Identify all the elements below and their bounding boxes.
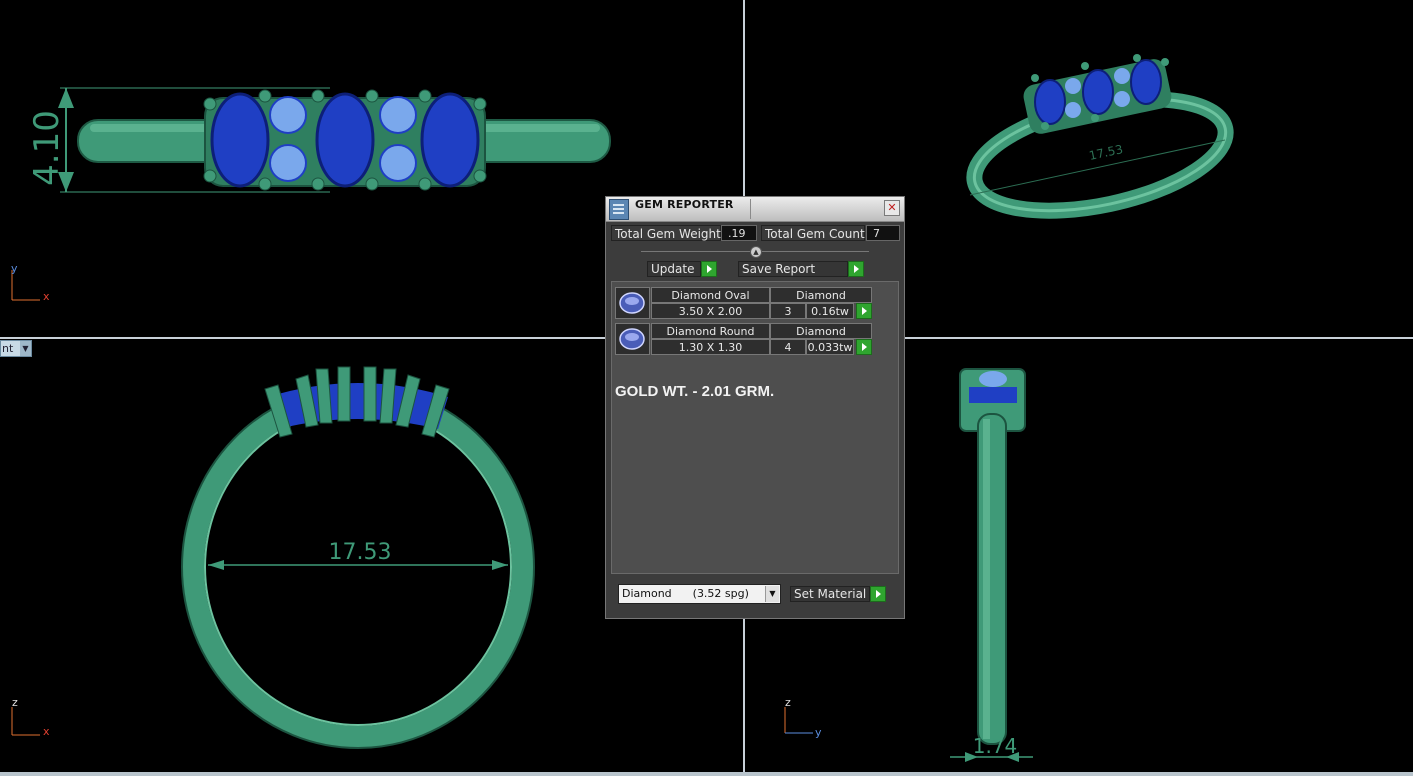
axis-y-label: y [11,262,18,275]
dialog-title: GEM REPORTER [635,198,734,211]
gold-weight-note: GOLD WT. - 2.01 GRM. [615,383,775,400]
gem-2-name: Diamond Round [651,323,770,339]
total-gem-weight-value: .19 [721,225,757,241]
gem-1-name: Diamond Oval [651,287,770,303]
gem-list-panel: Diamond Oval Diamond 3.50 X 2.00 3 0.16t… [611,281,899,574]
band-width-dimension: 1.74 [973,734,1018,758]
view-selector-value: nt [2,342,14,355]
inner-diameter-dimension: 17.53 [329,540,392,565]
gem-reporter-dialog[interactable]: GEM REPORTER ✕ Total Gem Weight .19 Tota… [605,196,905,619]
gem-2-size: 1.30 X 1.30 [651,339,770,355]
chevron-down-icon[interactable]: ▼ [20,341,31,356]
material-select[interactable]: Diamond (3.52 spg) ▼ [618,584,781,604]
chevron-down-icon[interactable]: ▼ [765,586,779,602]
gem-1-count: 3 [770,303,806,319]
material-select-value: Diamond (3.52 spg) [622,587,749,600]
titlebar-separator [750,199,751,219]
total-gem-weight-label: Total Gem Weight [611,225,721,241]
save-report-button[interactable]: Save Report [738,261,848,277]
gem-2-weight: 0.033tw [806,339,854,355]
axis-z-label: z [12,696,18,709]
set-material-go-icon[interactable] [870,586,886,602]
perspective-dimension: 17.53 [1088,142,1125,163]
gem-1-go-icon[interactable] [856,303,872,319]
dialog-titlebar[interactable]: GEM REPORTER ✕ [606,197,904,222]
update-button[interactable]: Update [647,261,701,277]
gem-2-count: 4 [770,339,806,355]
total-gem-count-label: Total Gem Count [761,225,865,241]
update-go-icon[interactable] [701,261,717,277]
gem-1-size: 3.50 X 2.00 [651,303,770,319]
set-material-button[interactable]: Set Material [790,586,870,602]
bottom-border [0,772,1413,776]
gem-1-weight: 0.16tw [806,303,854,319]
gem-2-go-icon[interactable] [856,339,872,355]
collapse-handle-icon[interactable]: ▲ [750,246,762,258]
oval-gem-icon [615,287,650,319]
close-button[interactable]: ✕ [884,200,900,216]
axis-x-label: x [43,290,50,303]
round-gem-icon [615,323,650,355]
axis-y-label: y [815,726,822,739]
calculator-icon [609,199,629,220]
gem-2-material: Diamond [770,323,872,339]
view-selector-dropdown[interactable]: nt ▼ [0,340,32,357]
total-gem-count-value: 7 [866,225,900,241]
height-dimension: 4.10 [27,110,67,186]
gem-1-material: Diamond [770,287,872,303]
save-report-go-icon[interactable] [848,261,864,277]
axis-z-label: z [785,696,791,709]
axis-x-label: x [43,725,50,738]
